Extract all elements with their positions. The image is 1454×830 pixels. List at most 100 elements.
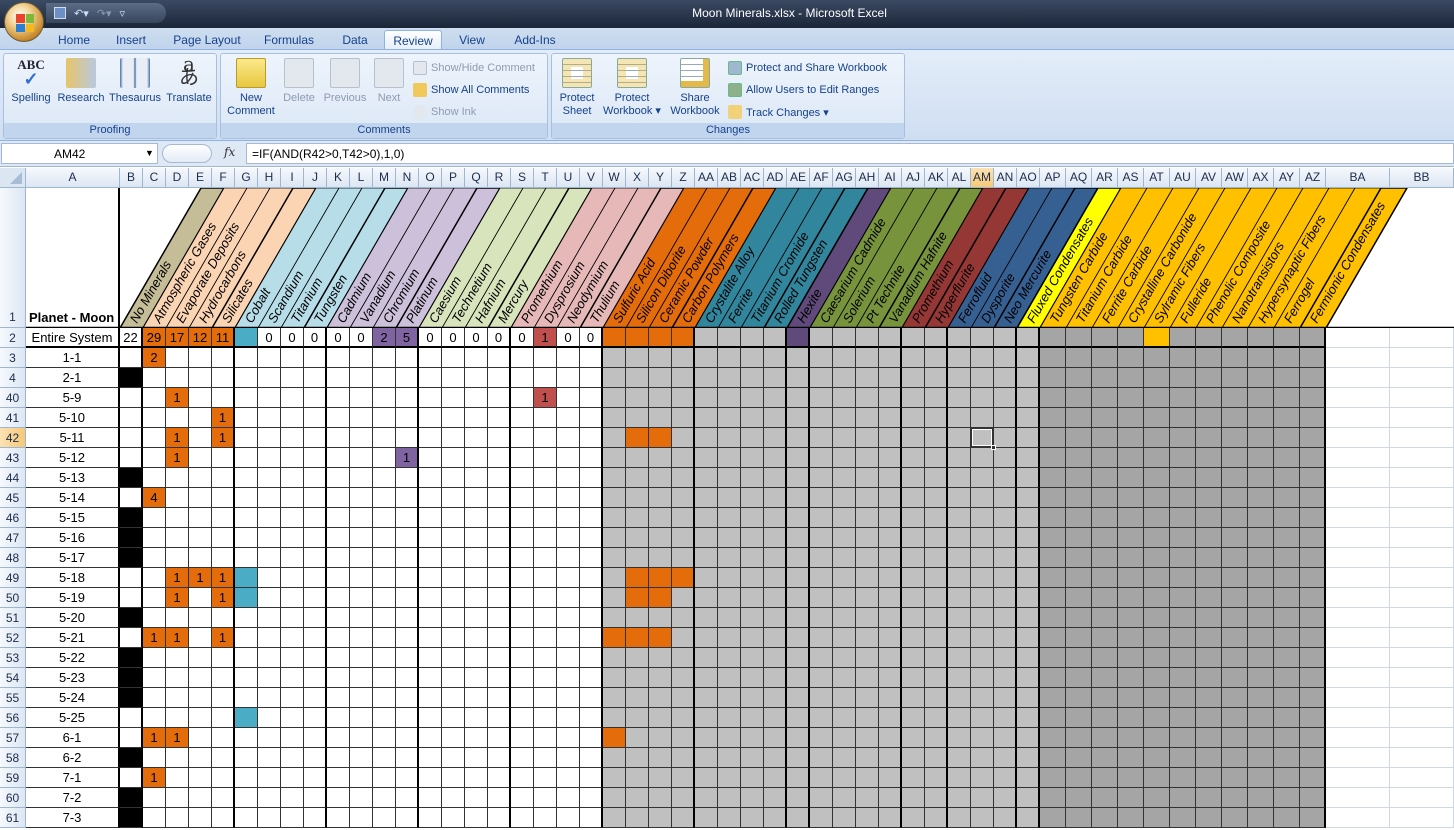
cell-m57[interactable]: [373, 728, 396, 748]
cell-ar46[interactable]: [1092, 508, 1118, 528]
cell-ac49[interactable]: [741, 568, 764, 588]
cell-b59[interactable]: [120, 768, 143, 788]
cell-y41[interactable]: [649, 408, 672, 428]
cell-n3[interactable]: [396, 348, 419, 368]
cell-f58[interactable]: [212, 748, 235, 768]
cell-e43[interactable]: [189, 448, 212, 468]
tab-review[interactable]: Review: [384, 30, 442, 51]
cell-ap56[interactable]: [1040, 708, 1066, 728]
cell-o3[interactable]: [419, 348, 442, 368]
cell-aa53[interactable]: [695, 648, 718, 668]
cell-aa43[interactable]: [695, 448, 718, 468]
cell-a2[interactable]: Entire System: [26, 328, 120, 348]
cell-ad41[interactable]: [764, 408, 787, 428]
cell-al2[interactable]: [948, 328, 971, 348]
cell-ay44[interactable]: [1274, 468, 1300, 488]
cell-r48[interactable]: [488, 548, 511, 568]
cell-at53[interactable]: [1144, 648, 1170, 668]
cell-n46[interactable]: [396, 508, 419, 528]
cell-v54[interactable]: [580, 668, 603, 688]
cell-at3[interactable]: [1144, 348, 1170, 368]
cell-ae41[interactable]: [787, 408, 810, 428]
cell-t59[interactable]: [534, 768, 557, 788]
column-header-e[interactable]: E: [189, 168, 212, 188]
cell-am51[interactable]: [971, 608, 994, 628]
cell-ab49[interactable]: [718, 568, 741, 588]
cell-z2[interactable]: [672, 328, 695, 348]
cell-ba58[interactable]: [1326, 748, 1390, 768]
cell-aa54[interactable]: [695, 668, 718, 688]
cell-at57[interactable]: [1144, 728, 1170, 748]
cell-w45[interactable]: [603, 488, 626, 508]
cell-ay57[interactable]: [1274, 728, 1300, 748]
cell-az4[interactable]: [1300, 368, 1326, 388]
cell-ah40[interactable]: [856, 388, 879, 408]
row-header-61[interactable]: 61: [0, 808, 26, 828]
cell-i52[interactable]: [281, 628, 304, 648]
cell-a58[interactable]: 6-2: [26, 748, 120, 768]
cell-s46[interactable]: [511, 508, 534, 528]
cell-ac40[interactable]: [741, 388, 764, 408]
cell-av3[interactable]: [1196, 348, 1222, 368]
cell-az54[interactable]: [1300, 668, 1326, 688]
cell-ah42[interactable]: [856, 428, 879, 448]
cell-ag51[interactable]: [833, 608, 856, 628]
cell-aj49[interactable]: [902, 568, 925, 588]
cell-av52[interactable]: [1196, 628, 1222, 648]
cell-ae55[interactable]: [787, 688, 810, 708]
cell-d51[interactable]: [166, 608, 189, 628]
name-box-dropdown-icon[interactable]: ▼: [145, 148, 154, 158]
cell-ah2[interactable]: [856, 328, 879, 348]
cell-al43[interactable]: [948, 448, 971, 468]
cell-f43[interactable]: [212, 448, 235, 468]
cell-ae59[interactable]: [787, 768, 810, 788]
cell-ab4[interactable]: [718, 368, 741, 388]
column-header-n[interactable]: N: [396, 168, 419, 188]
cell-aq55[interactable]: [1066, 688, 1092, 708]
fill-handle[interactable]: [991, 445, 996, 450]
cell-ac4[interactable]: [741, 368, 764, 388]
column-header-z[interactable]: Z: [672, 168, 695, 188]
cell-ba55[interactable]: [1326, 688, 1390, 708]
cell-u43[interactable]: [557, 448, 580, 468]
cell-aw44[interactable]: [1222, 468, 1248, 488]
column-header-bb[interactable]: BB: [1390, 168, 1454, 188]
cell-o55[interactable]: [419, 688, 442, 708]
cell-o60[interactable]: [419, 788, 442, 808]
cell-al45[interactable]: [948, 488, 971, 508]
cell-as3[interactable]: [1118, 348, 1144, 368]
cell-w40[interactable]: [603, 388, 626, 408]
cell-w41[interactable]: [603, 408, 626, 428]
cell-u44[interactable]: [557, 468, 580, 488]
cell-n4[interactable]: [396, 368, 419, 388]
cell-i42[interactable]: [281, 428, 304, 448]
cell-ay49[interactable]: [1274, 568, 1300, 588]
cell-ao53[interactable]: [1017, 648, 1040, 668]
cell-i51[interactable]: [281, 608, 304, 628]
cell-g45[interactable]: [235, 488, 258, 508]
cell-ae3[interactable]: [787, 348, 810, 368]
cell-d56[interactable]: [166, 708, 189, 728]
cell-bb46[interactable]: [1390, 508, 1454, 528]
cell-u49[interactable]: [557, 568, 580, 588]
cell-al57[interactable]: [948, 728, 971, 748]
cell-j56[interactable]: [304, 708, 327, 728]
cell-an40[interactable]: [994, 388, 1017, 408]
cell-o44[interactable]: [419, 468, 442, 488]
cell-g49[interactable]: [235, 568, 258, 588]
cell-l52[interactable]: [350, 628, 373, 648]
cell-al50[interactable]: [948, 588, 971, 608]
cell-ad60[interactable]: [764, 788, 787, 808]
cell-g57[interactable]: [235, 728, 258, 748]
cell-d4[interactable]: [166, 368, 189, 388]
cell-ak56[interactable]: [925, 708, 948, 728]
cell-af59[interactable]: [810, 768, 833, 788]
cell-u4[interactable]: [557, 368, 580, 388]
cell-ax48[interactable]: [1248, 548, 1274, 568]
cell-ap48[interactable]: [1040, 548, 1066, 568]
cell-l57[interactable]: [350, 728, 373, 748]
show-all-comments-button[interactable]: Show All Comments: [413, 81, 529, 99]
column-header-ba[interactable]: BA: [1326, 168, 1390, 188]
cell-ap4[interactable]: [1040, 368, 1066, 388]
cell-b55[interactable]: [120, 688, 143, 708]
